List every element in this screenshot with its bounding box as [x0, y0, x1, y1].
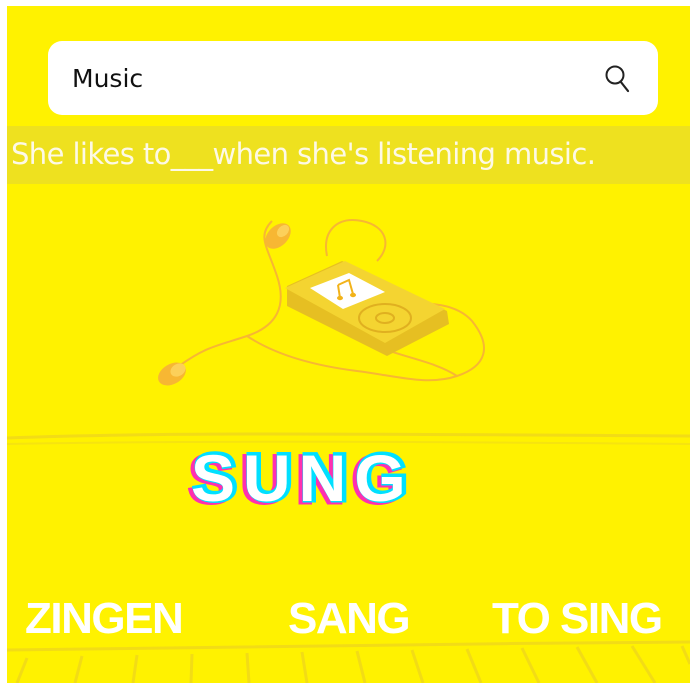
- svg-text:SUNG: SUNG: [191, 442, 414, 512]
- quiz-screen: She likes to___when she's listening musi…: [7, 6, 690, 683]
- option-sang[interactable]: SANG: [288, 594, 411, 644]
- search-icon[interactable]: [603, 63, 633, 95]
- bottom-stripes: [7, 640, 690, 683]
- answer-text: SUNG SUNG SUNG: [187, 442, 414, 512]
- search-bar: [48, 41, 658, 115]
- question-text: She likes to___when she's listening musi…: [11, 137, 596, 171]
- option-to-sing[interactable]: TO SING: [492, 594, 663, 644]
- music-player-with-earphones-icon: [158, 219, 485, 386]
- option-zingen[interactable]: ZINGEN: [25, 594, 184, 644]
- search-input[interactable]: [72, 59, 592, 97]
